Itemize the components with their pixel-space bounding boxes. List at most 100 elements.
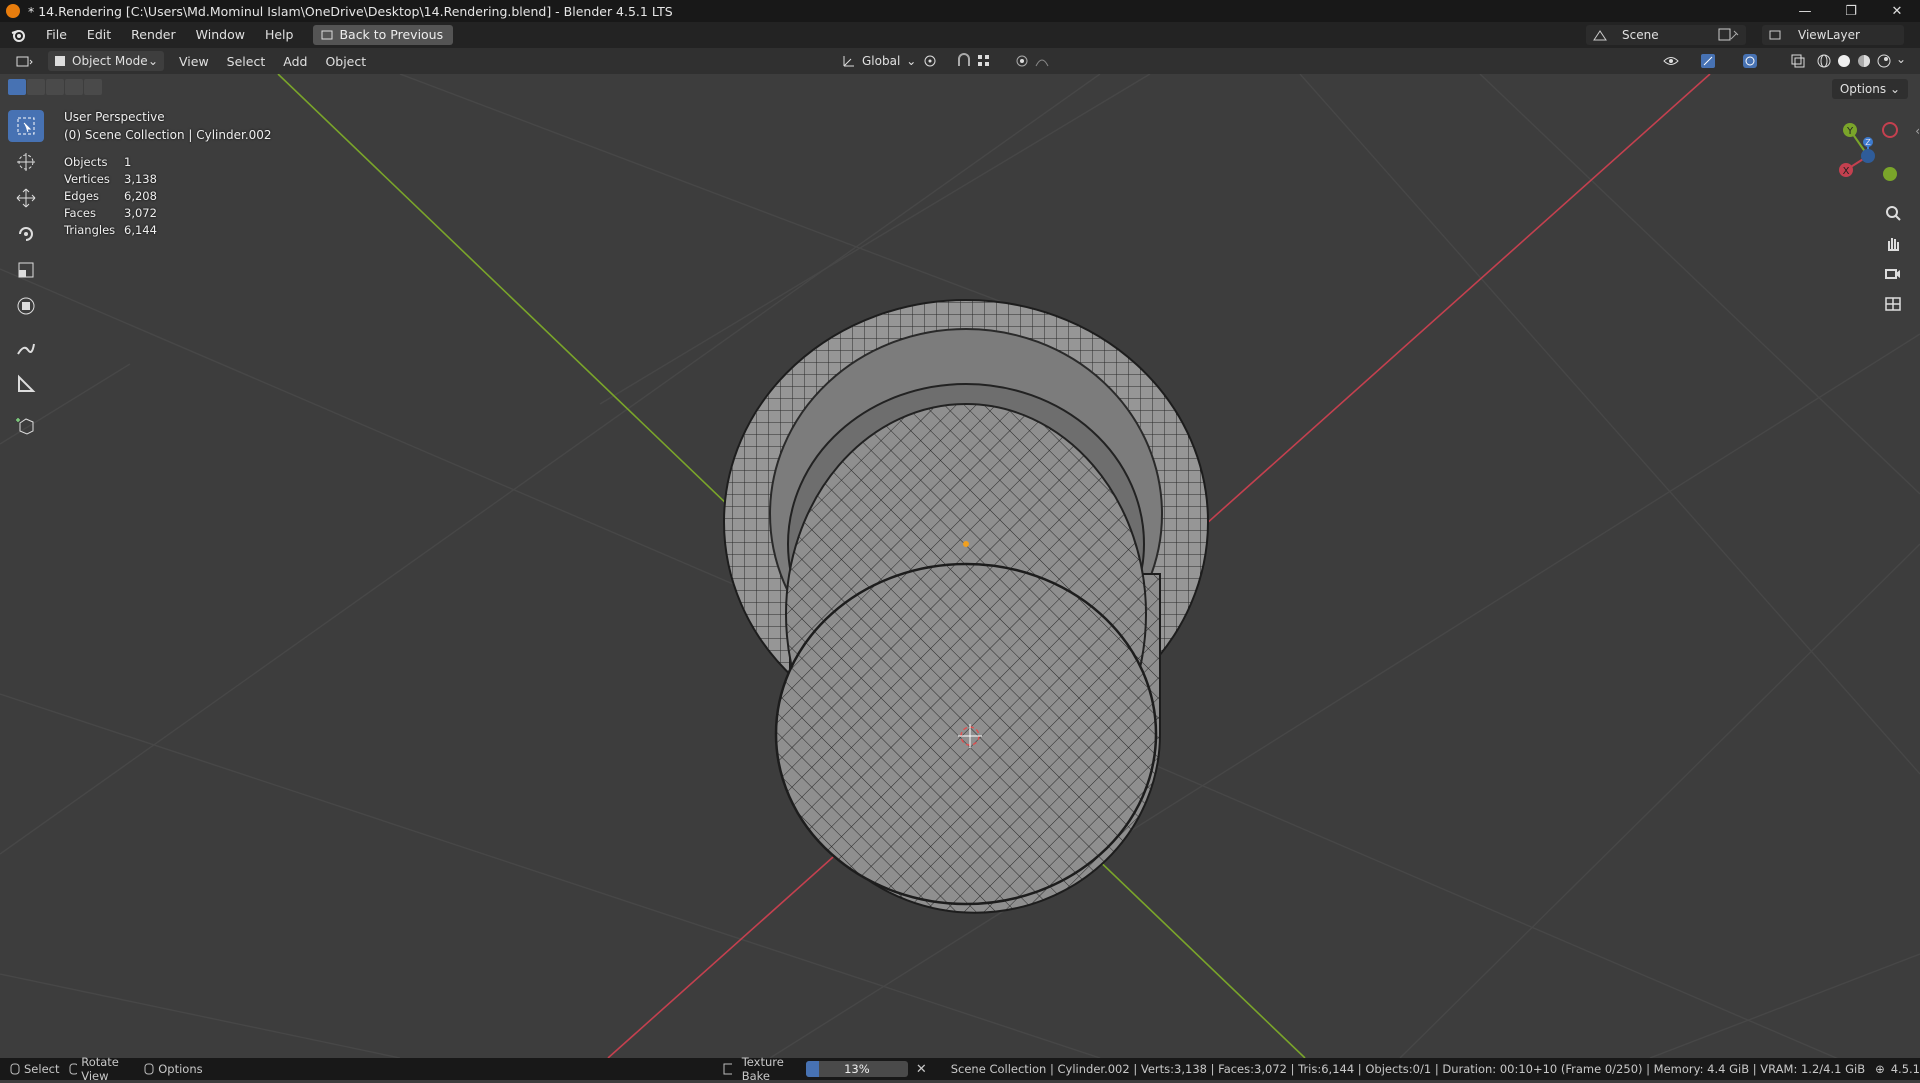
select-extend-icon[interactable] — [27, 79, 45, 95]
options-label: Options — [1839, 82, 1887, 96]
blender-menu-icon[interactable] — [10, 27, 26, 43]
wireframe-shading-icon[interactable] — [1816, 53, 1832, 69]
minimize-button[interactable]: — — [1782, 0, 1828, 22]
scale-tool[interactable] — [8, 254, 44, 286]
stat-row: Objects 1 — [64, 154, 157, 171]
stat-value: 6,208 — [124, 189, 157, 203]
visibility-icon[interactable] — [1662, 53, 1692, 69]
camera-view-button[interactable] — [1880, 260, 1906, 286]
solid-shading-icon[interactable] — [1836, 53, 1852, 69]
job-indicator: Texture Bake — [723, 1055, 798, 1083]
cancel-job-icon[interactable]: ✕ — [916, 1062, 927, 1077]
editor-type-button[interactable] — [10, 51, 40, 71]
mouse-left-icon — [10, 1063, 20, 1075]
stat-label: Triangles — [64, 223, 116, 237]
snap-toggle-icon[interactable] — [956, 53, 972, 69]
annotate-tool[interactable] — [8, 332, 44, 364]
close-button[interactable]: ✕ — [1874, 0, 1920, 22]
add-cube-icon — [16, 418, 34, 435]
select-box-tool[interactable] — [8, 110, 44, 142]
back-to-previous-button[interactable]: Back to Previous — [313, 25, 454, 45]
shading-options-chevron-icon[interactable]: ⌄ — [1896, 52, 1906, 66]
stat-row: Triangles 6,144 — [64, 222, 157, 239]
mode-dropdown[interactable]: Object Mode ⌄ — [48, 51, 164, 71]
version-label: 4.5.1 — [1890, 1062, 1920, 1076]
navigation-gizmo[interactable]: Y Z X — [1836, 116, 1900, 188]
header-menu-select[interactable]: Select — [218, 54, 275, 69]
stat-row: Vertices 3,138 — [64, 171, 157, 188]
perspective-toggle-button[interactable] — [1880, 290, 1906, 316]
options-dropdown[interactable]: Options ⌄ — [1831, 79, 1908, 99]
viewlayer-selector[interactable]: ViewLayer — [1762, 25, 1904, 45]
menu-render[interactable]: Render — [121, 22, 186, 48]
gizmo-neg-x-icon[interactable] — [1882, 122, 1898, 138]
header-menu-add[interactable]: Add — [274, 54, 316, 69]
job-label: Texture Bake — [741, 1055, 784, 1083]
object-origin-icon — [963, 541, 969, 547]
material-shading-icon[interactable] — [1856, 53, 1872, 69]
orientation-label: Global — [862, 54, 901, 68]
xray-toggle-icon[interactable] — [1790, 53, 1806, 69]
rendered-shading-icon[interactable] — [1876, 53, 1892, 69]
menu-edit[interactable]: Edit — [77, 22, 121, 48]
rotate-tool[interactable] — [8, 218, 44, 250]
transform-orientation-dropdown[interactable]: Global ⌄ — [836, 51, 922, 71]
cylinder-mesh[interactable] — [723, 299, 1209, 914]
new-scene-icon[interactable] — [1718, 28, 1732, 42]
pivot-point-icon[interactable] — [922, 53, 944, 69]
zoom-button[interactable] — [1880, 200, 1906, 226]
hand-icon — [1888, 238, 1899, 251]
stat-label: Vertices — [64, 172, 110, 186]
chevron-down-icon: ⌄ — [906, 54, 917, 68]
mode-label: Object Mode — [72, 54, 148, 68]
header-menu-object[interactable]: Object — [316, 54, 375, 69]
menu-file[interactable]: File — [36, 22, 77, 48]
status-info: Scene Collection | Cylinder.002 | Verts:… — [950, 1062, 1866, 1076]
selection-mode-buttons — [8, 79, 103, 95]
select-subtract-icon[interactable] — [46, 79, 64, 95]
proportional-editing-icon[interactable] — [1014, 53, 1030, 69]
measure-tool[interactable] — [8, 368, 44, 400]
gizmo-z-label: Z — [1865, 138, 1871, 147]
object-mode-icon — [55, 56, 65, 66]
viewlayer-name: ViewLayer — [1798, 28, 1860, 42]
cursor-tool[interactable] — [8, 146, 44, 178]
menu-window[interactable]: Window — [186, 22, 255, 48]
gizmo-toggle-icon[interactable] — [1700, 53, 1730, 69]
select-box-icon — [17, 117, 35, 135]
status-rotate-hint: Rotate View — [69, 1055, 134, 1083]
stat-value: 3,138 — [124, 172, 157, 186]
status-select-hint: Select — [10, 1062, 59, 1076]
window-controls: — ❐ ✕ — [1782, 0, 1920, 22]
header-menu-view[interactable]: View — [170, 54, 218, 69]
sidebar-toggle-icon[interactable]: ‹ — [1915, 124, 1920, 138]
viewport-header: Object Mode ⌄ View Select Add Object Glo… — [0, 48, 1920, 74]
menu-help[interactable]: Help — [255, 22, 304, 48]
editor-type-icon — [16, 56, 33, 67]
transform-tool[interactable] — [8, 290, 44, 322]
select-intersect-icon[interactable] — [84, 79, 102, 95]
status-options-label: Options — [158, 1062, 203, 1076]
camera-icon — [1885, 269, 1900, 279]
network-icon: ⊕ — [1875, 1062, 1885, 1076]
select-new-icon[interactable] — [8, 79, 26, 95]
move-tool[interactable] — [8, 182, 44, 214]
mouse-right-icon — [144, 1063, 154, 1075]
maximize-button[interactable]: ❐ — [1828, 0, 1874, 22]
gizmo-neg-y-icon[interactable] — [1883, 167, 1897, 181]
3d-viewport[interactable] — [0, 74, 1920, 1058]
gizmo-neg-z-icon[interactable] — [1861, 149, 1875, 163]
snap-target-icon[interactable] — [976, 53, 1002, 69]
bake-icon — [723, 1063, 732, 1075]
overlays-toggle-icon[interactable] — [1742, 53, 1772, 69]
select-invert-icon[interactable] — [65, 79, 83, 95]
cylinder-base — [774, 562, 1158, 906]
add-cube-tool[interactable] — [8, 410, 44, 442]
collection-label: (0) Scene Collection | Cylinder.002 — [64, 128, 272, 142]
falloff-icon[interactable] — [1034, 53, 1060, 69]
status-rotate-label: Rotate View — [81, 1055, 119, 1083]
stat-label: Faces — [64, 206, 96, 220]
gizmo-x-label: X — [1843, 166, 1850, 177]
pan-button[interactable] — [1880, 230, 1906, 256]
viewlayer-icon — [1769, 30, 1781, 40]
